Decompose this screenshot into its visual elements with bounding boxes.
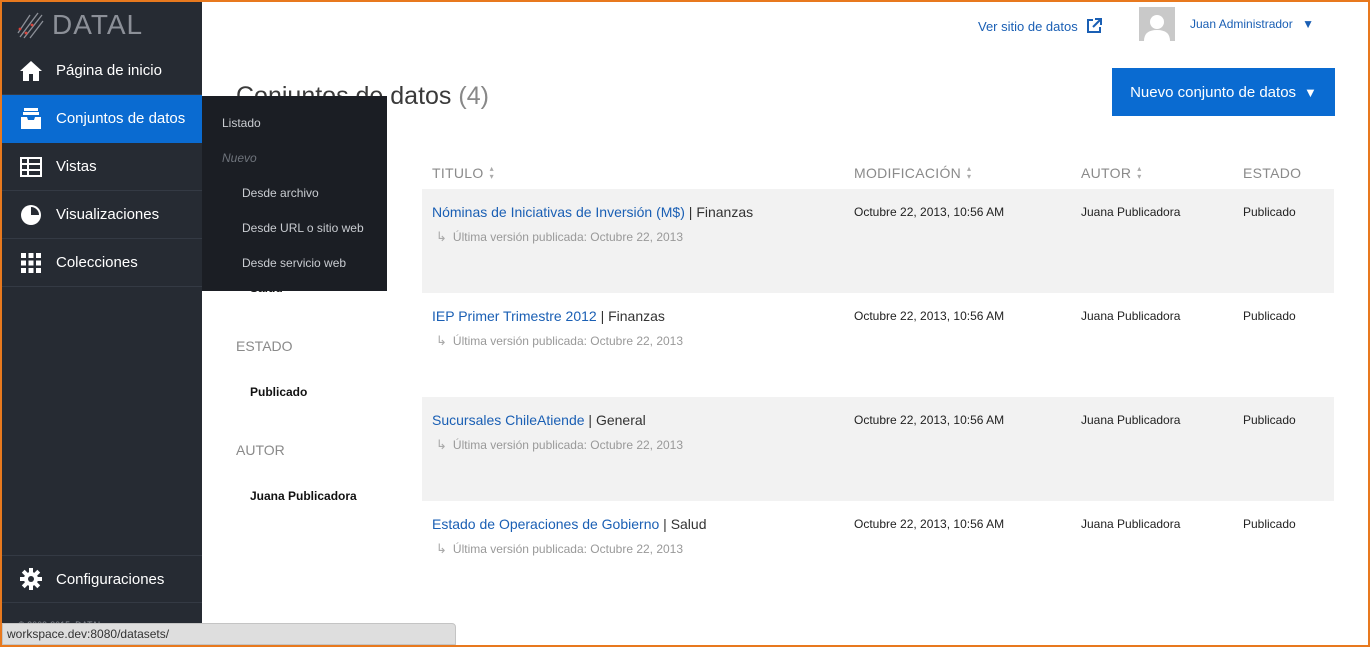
sub-arrow-icon: ↳ [436, 541, 447, 556]
dataset-category: | Salud [663, 516, 707, 532]
dataset-version: Última versión publicada: Octubre 22, 20… [452, 230, 684, 244]
pie-chart-icon [18, 202, 44, 228]
table-row: Sucursales ChileAtiende | General ↳ Últim… [422, 397, 1334, 501]
table-row: Estado de Operaciones de Gobierno | Salu… [422, 501, 1334, 605]
dataset-modified: Octubre 22, 2013, 10:56 AM [854, 309, 1005, 323]
filter-author-title: AUTOR [236, 442, 285, 458]
sort-icon: ▴ ▾ [489, 164, 494, 181]
dataset-count: (4) [458, 82, 489, 110]
new-dataset-label: Nuevo conjunto de datos [1130, 83, 1297, 101]
dataset-author: Juana Publicadora [1081, 309, 1181, 323]
dataset-title-link[interactable]: Estado de Operaciones de Gobierno [432, 516, 659, 532]
inbox-tray-icon [18, 106, 44, 132]
column-header-label: TITULO [432, 165, 484, 181]
sub-arrow-icon: ↳ [436, 437, 447, 452]
sidebar-item-label: Colecciones [56, 254, 138, 271]
dataset-modified: Octubre 22, 2013, 10:56 AM [854, 413, 1005, 427]
dataset-title-link[interactable]: Sucursales ChileAtiende [432, 412, 585, 428]
avatar[interactable] [1139, 7, 1175, 41]
dataset-status: Publicado [1243, 517, 1296, 531]
dataset-modified: Octubre 22, 2013, 10:56 AM [854, 517, 1005, 531]
table-icon [18, 154, 44, 180]
sidebar-item-settings[interactable]: Configuraciones [2, 555, 202, 603]
dataset-author: Juana Publicadora [1081, 205, 1181, 219]
dataset-version: Última versión publicada: Octubre 22, 20… [452, 334, 684, 348]
column-header-label: ESTADO [1243, 165, 1302, 181]
dataset-status: Publicado [1243, 309, 1296, 323]
flyout-item-from-service[interactable]: Desde servicio web [242, 256, 346, 270]
dataset-category: | Finanzas [688, 204, 754, 220]
dataset-status: Publicado [1243, 205, 1296, 219]
sidebar-item-label: Configuraciones [56, 570, 165, 588]
filter-status-value[interactable]: Publicado [250, 385, 307, 399]
table-row: IEP Primer Trimestre 2012 | Finanzas ↳ Úl… [422, 293, 1334, 397]
new-dataset-button[interactable]: Nuevo conjunto de datos ▼ [1112, 68, 1335, 116]
sub-arrow-icon: ↳ [436, 229, 447, 244]
dataset-version: Última versión publicada: Octubre 22, 20… [452, 542, 684, 556]
view-data-site-label: Ver sitio de datos [978, 18, 1078, 34]
user-silhouette-icon [1144, 15, 1170, 41]
sort-icon: ▴ ▾ [967, 164, 972, 181]
sidebar-item-label: Vistas [56, 158, 97, 175]
filter-status-title: ESTADO [236, 338, 293, 354]
sidebar-item-home[interactable]: Página de inicio [2, 47, 202, 95]
column-header-label: AUTOR [1081, 165, 1132, 181]
user-menu[interactable]: Juan Administrador ▼ [1190, 17, 1314, 31]
column-header-author[interactable]: AUTOR ▴ ▾ [1081, 164, 1142, 182]
logo-mark-icon [17, 12, 44, 38]
sidebar-item-label: Página de inicio [56, 62, 162, 79]
flyout-item-list[interactable]: Listado [222, 116, 261, 130]
sidebar-item-collections[interactable]: Colecciones [2, 239, 202, 287]
sidebar-item-views[interactable]: Vistas [2, 143, 202, 191]
gear-icon [18, 566, 44, 592]
user-name: Juan Administrador [1190, 17, 1293, 31]
sidebar-item-visualizations[interactable]: Visualizaciones [2, 191, 202, 239]
column-header-label: MODIFICACIÓN [854, 165, 962, 181]
brand-name: DATAL [52, 8, 144, 40]
dataset-title-link[interactable]: IEP Primer Trimestre 2012 [432, 308, 597, 324]
column-header-status: ESTADO [1243, 165, 1301, 181]
dataset-author: Juana Publicadora [1081, 517, 1181, 531]
sidebar-item-label: Conjuntos de datos [56, 110, 186, 127]
dataset-status: Publicado [1243, 413, 1296, 427]
dataset-version: Última versión publicada: Octubre 22, 20… [452, 438, 684, 452]
chevron-down-icon: ▼ [1304, 84, 1317, 100]
dataset-modified: Octubre 22, 2013, 10:56 AM [854, 205, 1005, 219]
sidebar-item-label: Visualizaciones [56, 206, 160, 223]
logo[interactable]: DATAL [2, 2, 202, 47]
sidebar: DATAL Página de inicio Conjuntos de dato… [2, 2, 202, 645]
filter-author-value[interactable]: Juana Publicadora [250, 489, 357, 503]
flyout-section-new: Nuevo [222, 151, 257, 165]
flyout-item-from-file[interactable]: Desde archivo [242, 186, 319, 200]
sub-arrow-icon: ↳ [436, 333, 447, 348]
dataset-title-link[interactable]: Nóminas de Iniciativas de Inversión (M$) [432, 204, 685, 220]
external-link-icon [1086, 18, 1102, 33]
column-header-title[interactable]: TITULO ▴ ▾ [432, 164, 494, 182]
browser-status-bar: workspace.dev:8080/datasets/ [2, 623, 456, 645]
view-data-site-link[interactable]: Ver sitio de datos [978, 18, 1102, 34]
dataset-category: | Finanzas [600, 308, 665, 324]
dataset-author: Juana Publicadora [1081, 413, 1181, 427]
datasets-flyout-menu: Listado Nuevo Desde archivo Desde URL o … [202, 96, 387, 291]
sort-icon: ▴ ▾ [1137, 164, 1142, 181]
sidebar-item-datasets[interactable]: Conjuntos de datos [2, 95, 202, 143]
grid-icon [18, 250, 44, 276]
chevron-down-icon: ▼ [1302, 17, 1314, 31]
home-icon [18, 58, 44, 84]
column-header-modified[interactable]: MODIFICACIÓN ▴ ▾ [854, 164, 972, 182]
flyout-item-from-url[interactable]: Desde URL o sitio web [242, 221, 364, 235]
dataset-category: | General [588, 412, 646, 428]
table-row: Nóminas de Iniciativas de Inversión (M$)… [422, 189, 1334, 293]
